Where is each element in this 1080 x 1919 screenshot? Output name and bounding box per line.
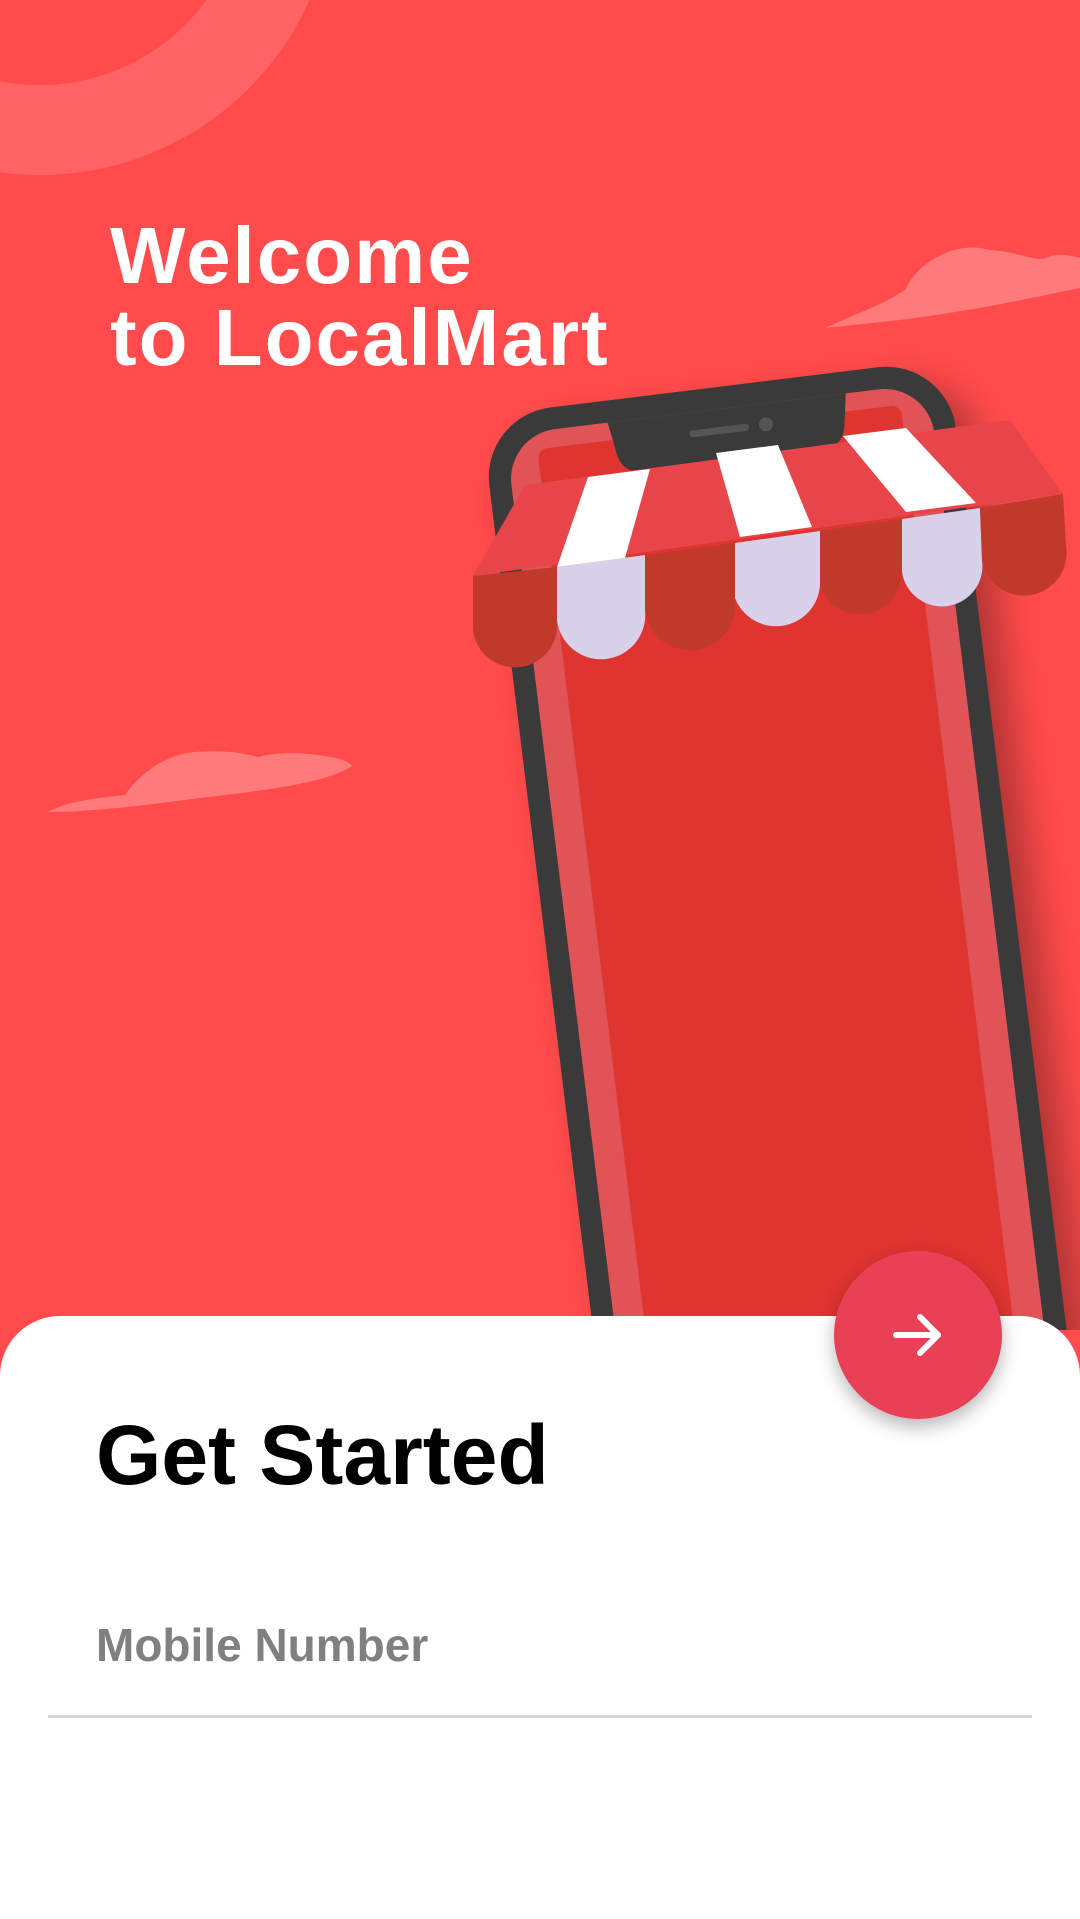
hero-banner: Welcome to LocalMart xyxy=(0,0,1080,1330)
next-button[interactable] xyxy=(834,1251,1002,1419)
phone-storefront-illustration xyxy=(0,0,1080,1330)
mobile-number-field[interactable] xyxy=(48,1600,1032,1718)
onboarding-screen: Welcome to LocalMart Get Started xyxy=(0,0,1080,1919)
welcome-line-1: Welcome xyxy=(110,211,474,300)
get-started-title: Get Started xyxy=(96,1408,549,1502)
welcome-heading: Welcome to LocalMart xyxy=(110,215,610,379)
cloud-left xyxy=(48,751,352,812)
cloud-right xyxy=(825,247,1080,328)
welcome-line-2: to LocalMart xyxy=(110,293,610,382)
mobile-number-input[interactable] xyxy=(96,1610,976,1680)
decorative-arc xyxy=(0,0,310,175)
arrow-right-icon xyxy=(893,1314,941,1356)
